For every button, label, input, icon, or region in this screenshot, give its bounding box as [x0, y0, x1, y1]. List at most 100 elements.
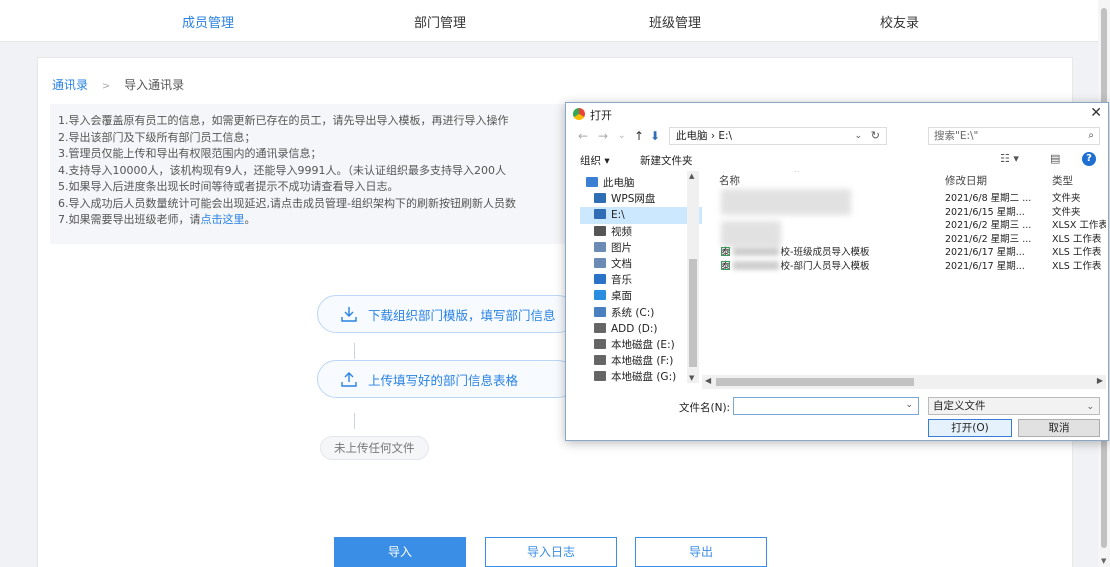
open-button[interactable]: 打开(O)	[928, 419, 1012, 437]
nav-pane-item-label: ADD (D:)	[611, 322, 658, 335]
drive-icon	[594, 355, 606, 366]
filename-input[interactable]: ⌄	[733, 397, 919, 415]
instruction-line: 3.管理员仅能上传和导出有权限范围内的通讯录信息；	[58, 147, 322, 160]
redacted-text	[732, 247, 779, 257]
file-row[interactable]: 2021/6/2 星期三 ... XLSX 工作表	[713, 220, 1106, 232]
preview-pane-icon[interactable]: ▤	[1050, 152, 1060, 165]
download-template-button[interactable]: 下载组织部门模版，填写部门信息	[317, 295, 577, 333]
column-header-date[interactable]: 修改日期	[945, 173, 987, 188]
file-date: 2021/6/2 星期三 ...	[945, 220, 1032, 232]
nav-pane-item[interactable]: 桌面	[580, 288, 702, 305]
nav-tab-alumni[interactable]: 校友录	[880, 12, 919, 31]
breadcrumb-contacts-link[interactable]: 通讯录	[52, 78, 88, 92]
forward-arrow-icon[interactable]: →	[598, 129, 608, 143]
dialog-title: 打开	[590, 109, 612, 122]
cancel-button[interactable]: 取消	[1018, 419, 1100, 437]
upload-status-badge: 未上传任何文件	[320, 436, 429, 460]
file-row[interactable]: 2021/6/8 星期二 ... 文件夹	[713, 193, 1106, 205]
new-folder-button[interactable]: 新建文件夹	[640, 153, 693, 168]
export-button[interactable]: 导出	[635, 537, 767, 567]
nav-pane-item[interactable]: E:\	[580, 207, 702, 225]
instruction-line: 5.如果导入后进度条出现长时间等待或者提示不成功请查看导入日志。	[58, 180, 399, 193]
document-icon	[594, 258, 606, 268]
nav-pane-item[interactable]: 视频	[580, 224, 702, 241]
refresh-icon[interactable]: ↻	[871, 128, 880, 144]
nav-tab-department-management[interactable]: 部门管理	[414, 12, 466, 31]
nav-pane-item[interactable]: 本地磁盘 (F:)	[580, 353, 702, 370]
video-icon	[594, 225, 606, 236]
horizontal-scrollbar-thumb[interactable]	[716, 378, 914, 386]
file-type: XLS 工作表	[1052, 233, 1102, 245]
nav-pane-item[interactable]: 本地磁盘 (E:)	[580, 337, 702, 354]
nav-pane-item[interactable]: 本地磁盘 (G:)	[580, 369, 702, 383]
file-type: XLS 工作表	[1052, 261, 1102, 272]
navigation-pane: 此电脑 WPS网盘 E:\ 视频 图片文档 音乐 桌面 系统 (C:) ADD (D:) 本地磁盘…	[580, 171, 702, 383]
search-icon: ⌕	[1088, 130, 1094, 141]
spreadsheet-icon	[721, 261, 730, 270]
redacted-text	[732, 261, 779, 270]
chevron-down-icon[interactable]: ⌄	[854, 128, 862, 144]
file-type: XLS 工作表	[1052, 247, 1102, 259]
column-header-name[interactable]: 名称	[719, 173, 740, 188]
organize-menu[interactable]: 组织 ▾	[580, 153, 610, 168]
filename-row: 文件名(N): ⌄ 自定义文件 ⌄	[566, 397, 1108, 417]
path-field[interactable]: 此电脑 › E:\ ⌄ ↻	[669, 127, 887, 145]
file-row[interactable]: 2021/6/2 星期三 ... XLS 工作表	[713, 234, 1106, 246]
nav-pane-item[interactable]: 系统 (C:)	[580, 305, 702, 322]
click-here-link[interactable]: 点击这里	[201, 213, 245, 226]
file-row[interactable]: 泰校-班级成员导入模板 2021/6/17 星期... XLS 工作表	[713, 247, 1106, 259]
chevron-down-icon: ⌄	[1086, 402, 1094, 412]
nav-tab-member-management[interactable]: 成员管理	[182, 12, 234, 31]
help-icon[interactable]: ?	[1082, 152, 1096, 166]
nav-pane-item[interactable]: 文档	[580, 256, 702, 273]
view-options-icon[interactable]: ☷ ▾	[1000, 152, 1019, 165]
computer-icon	[586, 177, 598, 187]
import-instructions: 1.导入会覆盖原有员工的信息，如需更新已存在的员工，请先导出导入模板，再进行导入…	[50, 104, 570, 244]
step-connector	[354, 343, 355, 359]
nav-tab-class-management[interactable]: 班级管理	[649, 12, 701, 31]
download-template-label: 下载组织部门模版，填写部门信息	[368, 307, 556, 323]
scroll-right-icon[interactable]: ▶	[1097, 376, 1103, 385]
close-icon[interactable]: ✕	[1090, 105, 1102, 121]
import-button[interactable]: 导入	[334, 537, 466, 567]
navigation-scrollbar-thumb[interactable]	[689, 259, 697, 367]
up-arrow-icon[interactable]: ↑	[634, 129, 644, 143]
drive-icon	[594, 339, 606, 349]
scroll-down-icon[interactable]: ▼	[1101, 557, 1106, 565]
nav-pane-item[interactable]: 音乐	[580, 272, 702, 289]
column-header-type[interactable]: 类型	[1052, 173, 1073, 188]
file-date: 2021/6/15 星期...	[945, 206, 1025, 218]
location-arrow-icon: ⬇	[650, 129, 661, 143]
picture-icon	[594, 241, 606, 252]
nav-pane-item-label: 音乐	[611, 274, 632, 287]
recent-chevron-icon[interactable]: ⌄	[618, 131, 626, 141]
nav-pane-item[interactable]: 此电脑	[580, 175, 702, 192]
chevron-down-icon[interactable]: ⌄	[905, 400, 913, 410]
horizontal-scrollbar[interactable]: ◀ ▶	[702, 375, 1106, 389]
navigation-scrollbar[interactable]: ▲ ▼	[687, 171, 699, 383]
filetype-value: 自定义文件	[933, 400, 986, 412]
filename-label: 文件名(N):	[679, 402, 731, 414]
file-row[interactable]: 2021/6/15 星期... 文件夹	[713, 207, 1106, 219]
nav-pane-item[interactable]: ADD (D:)	[580, 321, 702, 338]
file-list: 名称 ⌃ 修改日期 类型 2021/6/8 星期二 ... 文件夹 2021/6/1…	[713, 171, 1106, 375]
breadcrumb-current: 导入通讯录	[124, 78, 185, 92]
import-log-button[interactable]: 导入日志	[485, 537, 617, 567]
nav-pane-item-label: 图片	[611, 241, 632, 254]
nav-pane-item[interactable]: WPS网盘	[580, 191, 702, 208]
scroll-up-icon[interactable]: ▲	[689, 172, 694, 180]
music-icon	[594, 274, 606, 285]
scroll-left-icon[interactable]: ◀	[705, 376, 711, 385]
search-input[interactable]: 搜索"E:\" ⌕	[928, 127, 1100, 145]
file-date: 2021/6/8 星期二 ...	[945, 193, 1032, 204]
filetype-select[interactable]: 自定义文件 ⌄	[928, 397, 1100, 415]
upload-file-button[interactable]: 上传填写好的部门信息表格	[317, 360, 577, 398]
nav-pane-item[interactable]: 图片	[580, 240, 702, 257]
back-arrow-icon[interactable]: ←	[578, 129, 588, 143]
instruction-line: 7.如果需要导出班级老师，请点击这里。	[58, 212, 562, 229]
instruction-line-end: 。	[244, 213, 256, 226]
scroll-down-icon[interactable]: ▼	[689, 374, 694, 382]
search-placeholder: 搜索"E:\"	[934, 130, 979, 142]
address-bar: ← → ⌄ ↑ ⬇ 此电脑 › E:\ ⌄ ↻ 搜索"E:\" ⌕	[566, 125, 1108, 149]
file-row[interactable]: 泰校-部门人员导入模板 2021/6/17 星期... XLS 工作表	[713, 261, 1106, 273]
